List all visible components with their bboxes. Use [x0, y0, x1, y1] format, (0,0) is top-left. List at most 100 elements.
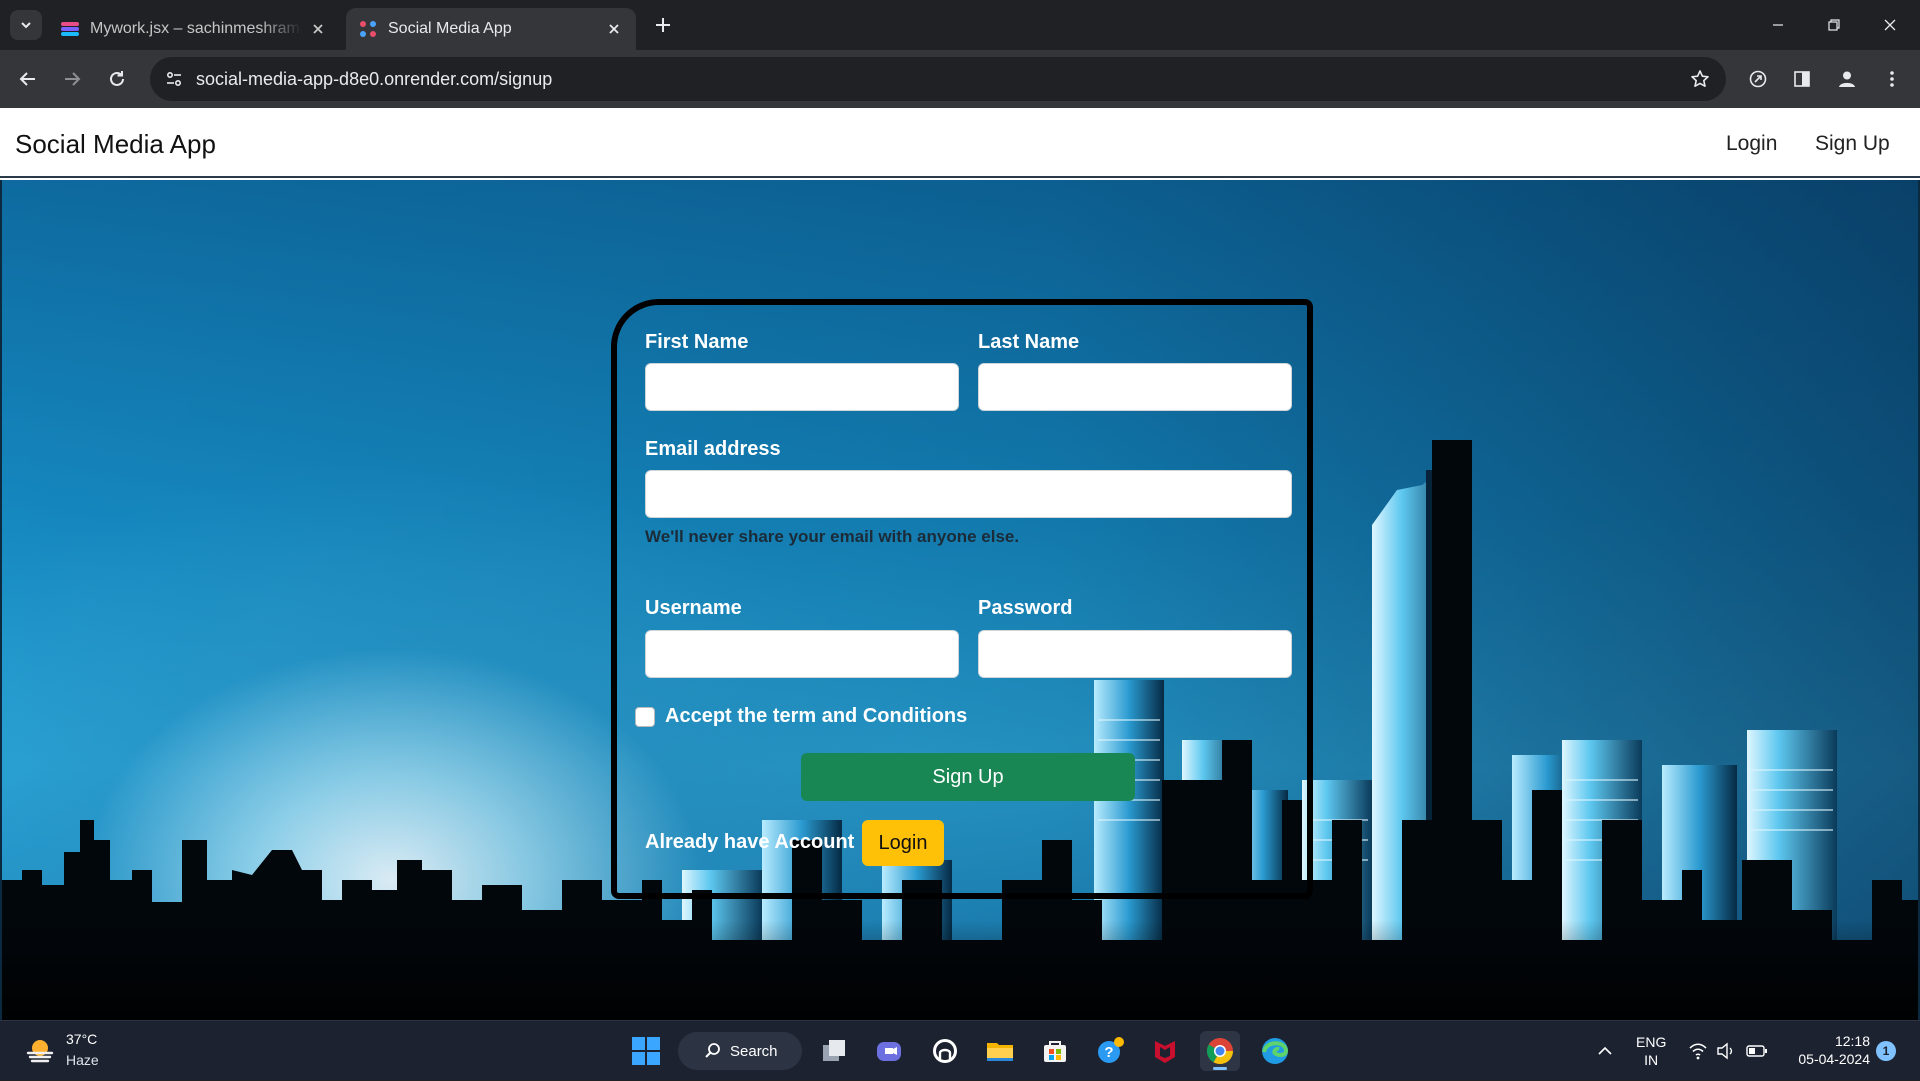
show-hidden-icons-button[interactable] — [1596, 1021, 1614, 1081]
username-input[interactable] — [645, 630, 959, 678]
microsoft-store-button[interactable] — [1035, 1031, 1075, 1071]
restore-button[interactable] — [1806, 0, 1862, 50]
get-help-button[interactable]: ? — [1090, 1031, 1130, 1071]
region-code: IN — [1644, 1052, 1659, 1068]
mcafee-button[interactable] — [1145, 1031, 1185, 1071]
minimize-icon — [1773, 24, 1783, 26]
signup-submit-button[interactable]: Sign Up — [801, 753, 1135, 801]
signup-form: First Name Last Name Email address We'll… — [611, 299, 1313, 899]
figma-favicon-icon — [61, 22, 79, 36]
side-panel-button[interactable] — [1786, 63, 1818, 95]
wifi-icon — [1689, 1043, 1707, 1060]
system-clock[interactable]: 12:18 05-04-2024 — [1786, 1032, 1870, 1068]
windows-start-icon — [632, 1037, 660, 1065]
bookmark-button[interactable] — [1686, 65, 1714, 93]
tab-mywork[interactable]: Mywork.jsx – sachinmeshrampo — [48, 8, 340, 50]
close-window-button[interactable] — [1862, 0, 1918, 50]
chrome-button[interactable] — [1200, 1031, 1240, 1071]
browser-tabstrip: Mywork.jsx – sachinmeshrampo Social Medi… — [0, 0, 1920, 50]
mcafee-icon — [1155, 1041, 1175, 1063]
star-icon — [1691, 70, 1709, 87]
github-desktop-button[interactable] — [925, 1031, 965, 1071]
chrome-icon — [1206, 1038, 1234, 1065]
teams-icon — [877, 1042, 901, 1061]
first-name-input[interactable] — [645, 363, 959, 411]
site-info-button[interactable] — [158, 63, 190, 95]
github-icon — [933, 1039, 957, 1063]
help-icon: ? — [1098, 1037, 1124, 1063]
svg-text:?: ? — [1104, 1044, 1113, 1061]
site-navbar: Social Media App Login Sign Up — [0, 108, 1920, 178]
url-text[interactable]: social-media-app-d8e0.onrender.com/signu… — [196, 69, 552, 90]
email-input[interactable] — [645, 470, 1292, 518]
forward-button[interactable] — [56, 63, 88, 95]
username-label: Username — [645, 597, 742, 619]
password-input[interactable] — [978, 630, 1292, 678]
extension-button[interactable] — [1742, 63, 1774, 95]
tab-social-media-app[interactable]: Social Media App — [346, 8, 636, 50]
back-button[interactable] — [12, 63, 44, 95]
plus-icon — [656, 18, 670, 32]
terms-label[interactable]: Accept the term and Conditions — [665, 705, 967, 728]
battery-icon — [1746, 1045, 1767, 1057]
teams-button[interactable] — [869, 1031, 909, 1071]
close-tab-icon[interactable] — [604, 19, 624, 39]
new-tab-button[interactable] — [650, 12, 676, 38]
web-page: Social Media App Login Sign Up First Nam… — [0, 108, 1920, 1020]
more-vertical-icon — [1890, 71, 1894, 87]
browser-menu-button[interactable] — [1876, 63, 1908, 95]
chevron-up-icon — [1598, 1046, 1612, 1055]
clock-time: 12:18 — [1834, 1033, 1870, 1049]
file-explorer-icon — [987, 1043, 1013, 1061]
profile-button[interactable] — [1831, 63, 1863, 95]
search-label: Search — [730, 1042, 778, 1060]
store-icon — [1044, 1041, 1066, 1062]
arrow-right-icon — [65, 72, 81, 86]
notification-badge[interactable]: 1 — [1876, 1041, 1896, 1061]
nav-login-link[interactable]: Login — [1726, 132, 1777, 156]
address-bar[interactable]: social-media-app-d8e0.onrender.com/signu… — [150, 57, 1726, 101]
last-name-label: Last Name — [978, 331, 1080, 353]
close-icon — [1884, 19, 1896, 31]
browser-toolbar: social-media-app-d8e0.onrender.com/signu… — [0, 50, 1920, 108]
volume-status[interactable] — [1716, 1021, 1736, 1081]
taskbar-search[interactable]: Search — [678, 1032, 802, 1070]
terms-checkbox[interactable] — [635, 707, 655, 727]
extension-icon — [1749, 70, 1767, 88]
profile-icon — [1839, 71, 1855, 87]
email-label: Email address — [645, 438, 781, 460]
tab-title: Mywork.jsx – sachinmeshrampo — [90, 20, 302, 37]
input-language-indicator[interactable]: ENG IN — [1636, 1033, 1666, 1069]
last-name-input[interactable] — [978, 363, 1292, 411]
side-panel-icon — [1794, 71, 1810, 87]
task-view-icon — [823, 1040, 845, 1061]
password-label: Password — [978, 597, 1073, 619]
minimize-button[interactable] — [1750, 0, 1806, 50]
tune-icon — [166, 71, 182, 87]
close-tab-icon[interactable] — [308, 19, 328, 39]
start-button[interactable] — [626, 1031, 666, 1071]
task-view-button[interactable] — [814, 1031, 854, 1071]
windows-taskbar: 37°C Haze Search ? ENG IN 12:18 05-04-20… — [0, 1020, 1920, 1080]
react-favicon-icon — [360, 21, 376, 37]
reload-button[interactable] — [101, 63, 133, 95]
weather-temperature[interactable]: 37°C — [66, 1031, 97, 1047]
language-code: ENG — [1636, 1034, 1667, 1050]
tab-search-button[interactable] — [10, 10, 42, 40]
weather-description[interactable]: Haze — [66, 1052, 99, 1068]
file-explorer-button[interactable] — [980, 1031, 1020, 1071]
tab-title: Social Media App — [388, 20, 512, 37]
nav-signup-link[interactable]: Sign Up — [1815, 132, 1890, 156]
restore-icon — [1828, 19, 1840, 31]
battery-status[interactable] — [1746, 1021, 1768, 1081]
speaker-icon — [1717, 1042, 1733, 1060]
site-brand[interactable]: Social Media App — [15, 129, 216, 160]
login-button[interactable]: Login — [862, 820, 944, 866]
search-icon — [705, 1043, 720, 1058]
haze-weather-icon[interactable] — [24, 1035, 56, 1067]
edge-button[interactable] — [1255, 1031, 1295, 1071]
network-status[interactable] — [1688, 1021, 1708, 1081]
hero-background: First Name Last Name Email address We'll… — [0, 180, 1920, 1020]
reload-icon — [110, 71, 124, 86]
email-help-text: We'll never share your email with anyone… — [645, 527, 1020, 546]
